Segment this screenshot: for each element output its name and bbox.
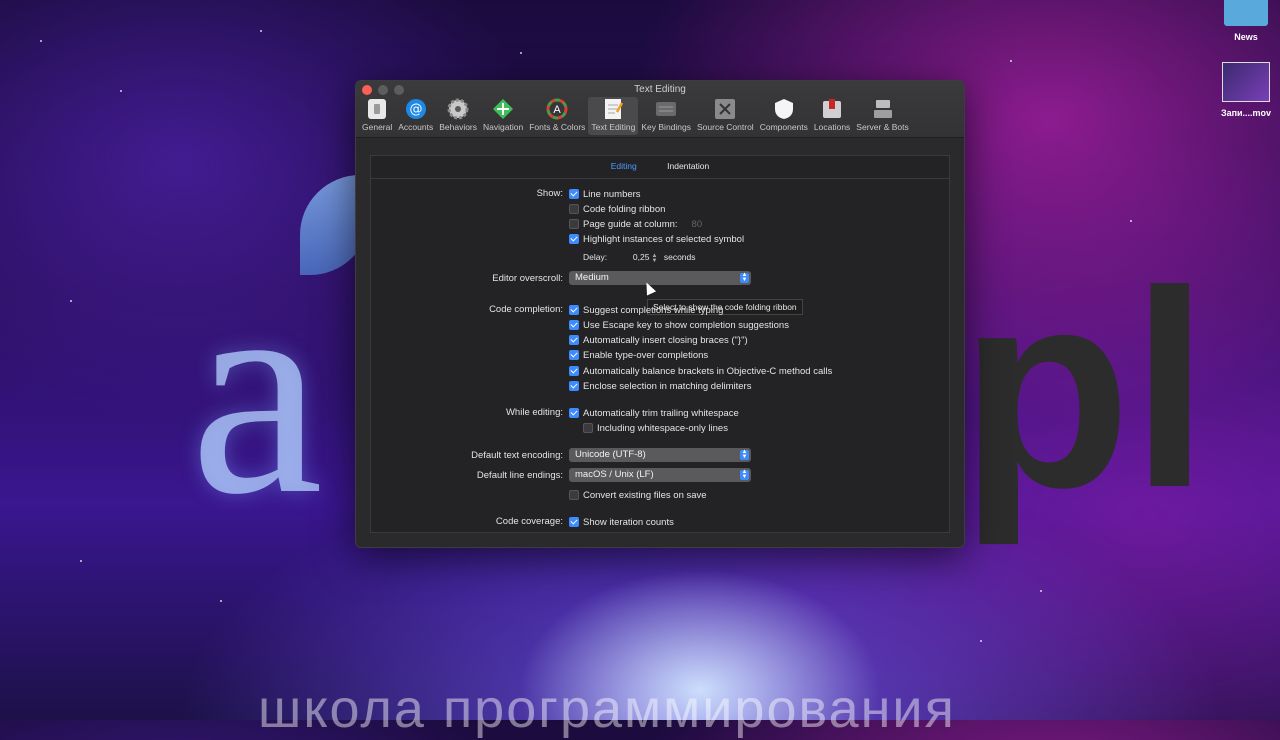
code-folding-checkbox[interactable] [569,204,579,214]
toolbar-source-control[interactable]: Source Control [694,97,757,135]
settings-panel: Editing Indentation Show: Line numbers C… [370,155,950,533]
highlight-checkbox[interactable] [569,234,579,244]
highlight-option[interactable]: Highlight instances of selected symbol [569,234,744,245]
toolbar-components[interactable]: Components [757,97,811,135]
checkbox[interactable] [569,335,579,345]
iteration-counts-checkbox[interactable] [569,517,579,527]
toolbar-fonts-colors[interactable]: A Fonts & Colors [526,97,588,135]
tab-bar: Editing Indentation [371,156,949,179]
switch-icon [365,98,389,120]
encoding-select[interactable]: Unicode (UTF-8) ▲ ▼ [569,448,751,462]
source-control-icon [713,98,737,120]
wallpaper-caption: школа программирования [258,679,956,739]
chevron-updown-icon: ▲ ▼ [740,272,749,283]
video-thumbnail-icon [1222,62,1270,102]
completion-option[interactable]: Use Escape key to show completion sugges… [569,320,789,331]
navigation-arrows-icon [491,98,515,120]
title-bar: Text Editing General @ Accounts Behavior… [356,81,964,138]
shield-icon [772,98,796,120]
tab-editing[interactable]: Editing [597,156,651,176]
at-icon: @ [404,98,428,120]
delay-row: Delay: 0,25 ▲ ▼ seconds [583,252,696,264]
svg-text:@: @ [409,102,422,117]
coverage-label: Code coverage: [495,516,563,527]
convert-files-checkbox[interactable] [569,490,579,500]
toolbar-behaviors[interactable]: Behaviors [436,97,480,135]
convert-files-option[interactable]: Convert existing files on save [569,490,707,501]
checkbox[interactable] [569,305,579,315]
notepad-icon [601,98,625,120]
overscroll-select[interactable]: Medium ▲ ▼ [569,271,751,285]
svg-text:A: A [554,104,562,116]
delay-field[interactable]: 0,25 [609,252,650,262]
wallpaper-letter-left: a [190,224,324,556]
line-endings-select[interactable]: macOS / Unix (LF) ▲ ▼ [569,468,751,482]
locations-icon [820,98,844,120]
completion-option[interactable]: Enable type-over completions [569,350,708,361]
toolbar-server-bots[interactable]: Server & Bots [853,97,911,135]
desktop-item-news[interactable]: News [1218,0,1274,42]
code-folding-option[interactable]: Code folding ribbon [569,204,665,215]
whitespace-only-option[interactable]: Including whitespace-only lines [583,423,728,434]
encoding-label: Default text encoding: [471,450,563,461]
desktop-item-news-label: News [1234,32,1258,42]
toolbar-navigation[interactable]: Navigation [480,97,526,135]
toolbar-general[interactable]: General [359,97,395,135]
overscroll-label: Editor overscroll: [492,273,563,284]
chevron-updown-icon: ▲ ▼ [740,449,749,460]
wallpaper-letter-right: pl [960,234,1209,546]
page-guide-option[interactable]: Page guide at column: 80 [569,219,702,230]
completion-label: Code completion: [489,304,563,315]
show-label: Show: [536,188,563,199]
completion-option[interactable]: Automatically balance brackets in Object… [569,366,832,377]
page-guide-checkbox[interactable] [569,219,579,229]
toolbar-text-editing[interactable]: Text Editing [588,97,639,135]
toolbar-key-bindings[interactable]: Key Bindings [638,97,694,135]
window-title: Text Editing [634,84,686,95]
checkbox[interactable] [569,350,579,360]
line-endings-label: Default line endings: [476,470,563,481]
line-numbers-option[interactable]: Line numbers [569,189,641,200]
desktop-item-video[interactable]: Запи....mov [1214,62,1278,118]
desktop-item-video-label: Запи....mov [1220,108,1272,118]
checkbox[interactable] [569,381,579,391]
completion-option[interactable]: Enclose selection in matching delimiters [569,381,751,392]
trim-whitespace-option[interactable]: Automatically trim trailing whitespace [569,408,739,419]
delay-stepper[interactable]: ▲ ▼ [651,253,657,264]
while-editing-label: While editing: [505,407,563,418]
color-wheel-icon: A [545,98,569,120]
completion-option[interactable]: Automatically insert closing braces ("}"… [569,335,748,346]
server-icon [871,98,895,120]
toolbar-accounts[interactable]: @ Accounts [395,97,436,135]
checkbox[interactable] [569,320,579,330]
preferences-toolbar: General @ Accounts Behaviors Navigation … [359,97,912,135]
checkbox[interactable] [569,366,579,376]
chevron-updown-icon: ▲ ▼ [740,469,749,480]
iteration-counts-option[interactable]: Show iteration counts [569,517,674,528]
keyboard-icon [654,98,678,120]
toolbar-locations[interactable]: Locations [811,97,853,135]
trim-whitespace-checkbox[interactable] [569,408,579,418]
line-numbers-checkbox[interactable] [569,189,579,199]
preferences-window: Text Editing General @ Accounts Behavior… [355,80,965,548]
gear-icon [446,98,470,120]
tab-indentation[interactable]: Indentation [653,156,723,176]
whitespace-only-checkbox[interactable] [583,423,593,433]
folder-icon [1224,0,1268,26]
page-guide-column-field[interactable]: 80 [692,219,703,230]
completion-option[interactable]: Suggest completions while typing [569,305,723,316]
